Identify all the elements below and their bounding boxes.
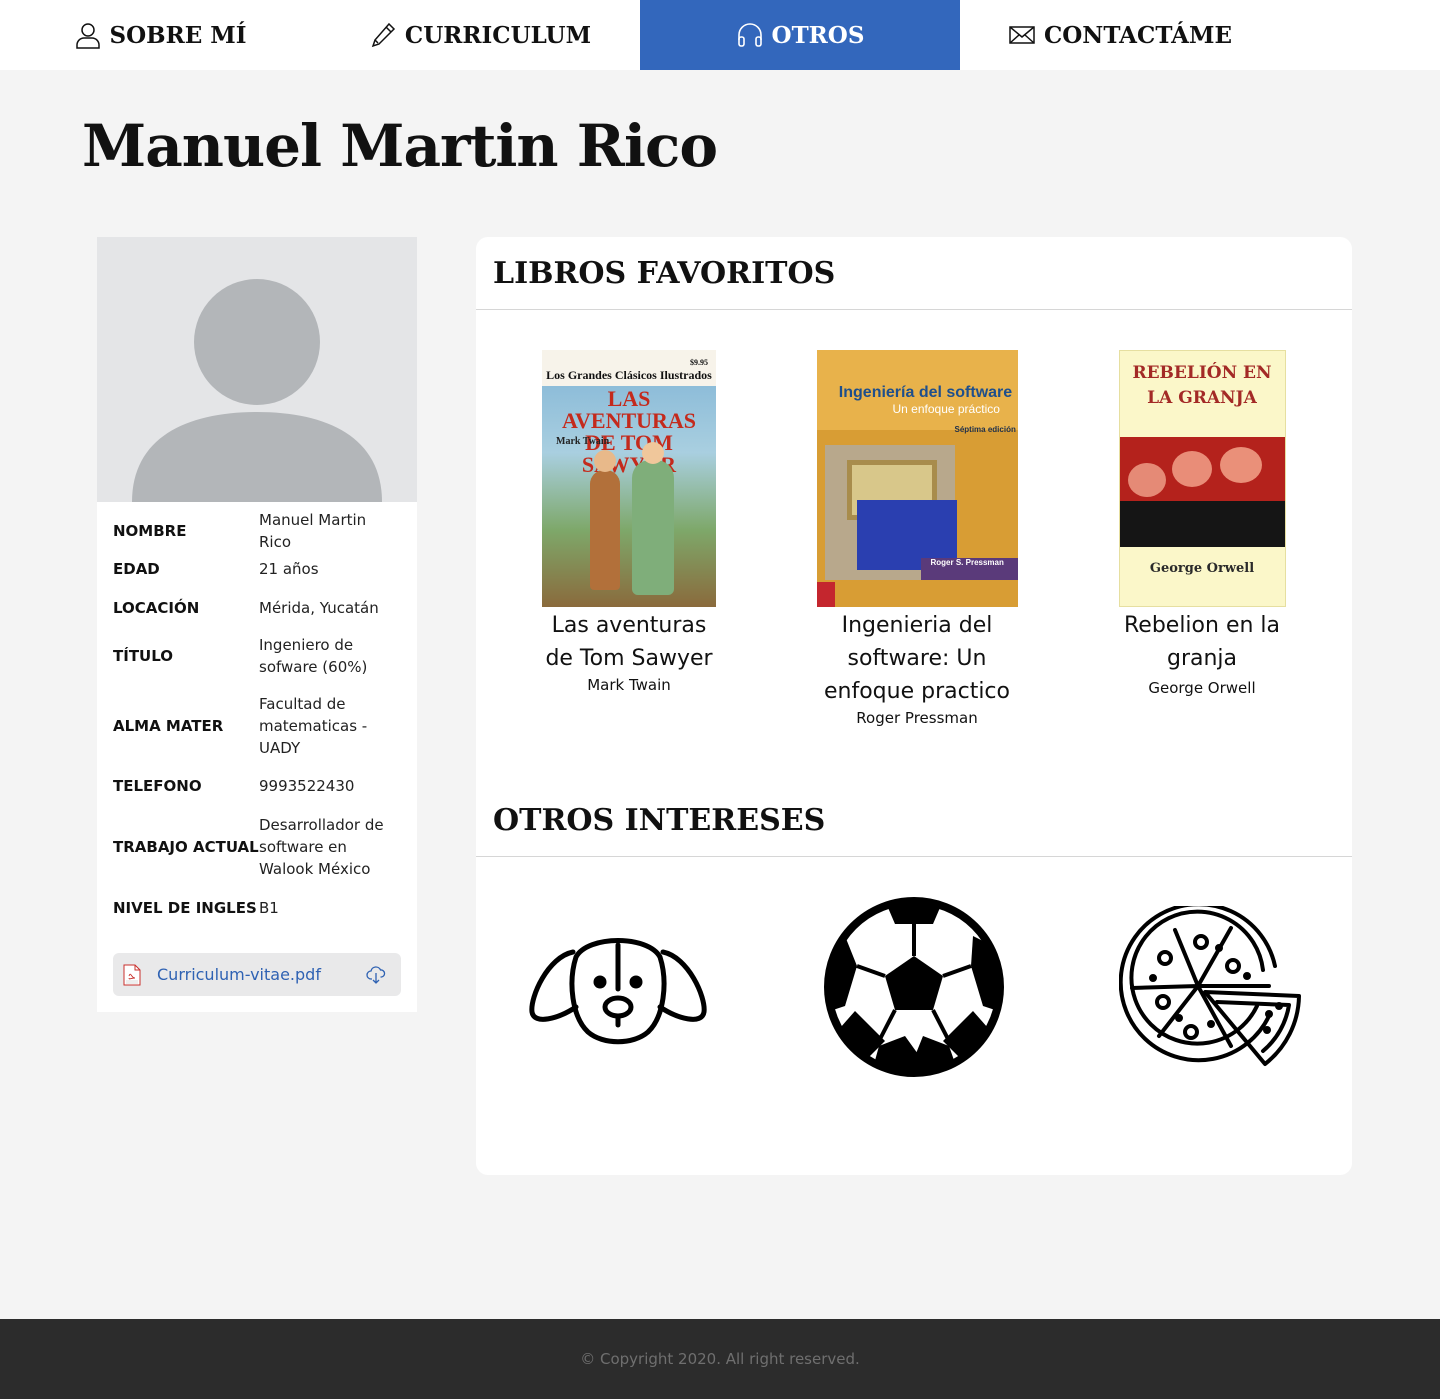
dog-icon bbox=[529, 938, 707, 1045]
pdf-icon bbox=[123, 964, 141, 985]
headphones-icon bbox=[737, 23, 762, 47]
info-label: TRABAJO ACTUAL bbox=[113, 838, 259, 856]
book-author: Roger Pressman bbox=[856, 709, 978, 727]
cover-author: Roger S. Pressman bbox=[930, 558, 1004, 567]
soccer-ball-icon bbox=[824, 897, 1004, 1077]
info-row-locacion: LOCACIÓN Mérida, Yucatán bbox=[113, 588, 401, 627]
info-value: 9993522430 bbox=[259, 777, 355, 795]
book-cover-rebelion-granja: REBELIÓN EN LA GRANJA George Orwell bbox=[1118, 350, 1286, 607]
info-row-edad: EDAD 21 años bbox=[113, 549, 401, 588]
info-value: Manuel Martin Rico bbox=[259, 510, 367, 551]
info-value: Ingeniero de sofware (60%) bbox=[259, 636, 368, 676]
profile-card: NOMBRE Manuel Martin Rico EDAD 21 años L… bbox=[97, 237, 417, 1012]
cover-heading: LAS AVENTURAS DE TOM SAWYER bbox=[561, 386, 697, 477]
info-label: TELEFONO bbox=[113, 777, 202, 795]
pizza-icon bbox=[1118, 902, 1301, 1066]
info-value: B1 bbox=[259, 899, 279, 917]
profile-info-table: NOMBRE Manuel Martin Rico EDAD 21 años L… bbox=[97, 502, 417, 927]
cloud-download-icon[interactable] bbox=[365, 964, 387, 986]
book-item[interactable]: REBELIÓN EN LA GRANJA George Orwell Rebe… bbox=[1102, 350, 1302, 698]
footer-copyright: © Copyright 2020. All right reserved. bbox=[580, 1350, 860, 1368]
book-cover-tom-sawyer: $9.95 Los Grandes Clásicos Ilustrados LA… bbox=[542, 350, 716, 607]
interests-section-title: OTROS INTERESES bbox=[493, 803, 826, 838]
info-label: LOCACIÓN bbox=[113, 598, 200, 617]
cover-author: Mark Twain bbox=[556, 436, 610, 447]
interest-item bbox=[528, 927, 708, 1051]
info-row-titulo: TÍTULO Ingeniero de sofware (60%) bbox=[113, 627, 401, 685]
avatar-placeholder-icon bbox=[132, 279, 382, 502]
book-item[interactable]: $9.95 Los Grandes Clásicos Ilustrados LA… bbox=[525, 350, 733, 695]
interest-item bbox=[1118, 902, 1301, 1072]
book-title: Rebelion en la granja bbox=[1123, 613, 1281, 671]
book-author: Mark Twain bbox=[587, 676, 671, 694]
envelope-icon bbox=[1009, 26, 1035, 44]
cover-subtitle: Un enfoque práctico bbox=[892, 402, 1000, 416]
avatar bbox=[97, 237, 417, 502]
info-row-trabajo-actual: TRABAJO ACTUAL Desarrollador de software… bbox=[113, 805, 401, 889]
cv-download-link[interactable]: Curriculum-vitae.pdf bbox=[113, 953, 401, 996]
nav-item-curriculum[interactable]: CURRICULUM bbox=[320, 0, 640, 70]
info-value: Mérida, Yucatán bbox=[259, 598, 379, 617]
top-nav: SOBRE MÍ CURRICULUM OTROS CONTACTÁME bbox=[0, 0, 1440, 70]
footer: © Copyright 2020. All right reserved. bbox=[0, 1319, 1440, 1399]
pencil-icon bbox=[371, 22, 395, 48]
interest-item bbox=[823, 896, 1005, 1082]
nav-label-sobre-mi: SOBRE MÍ bbox=[109, 21, 247, 49]
info-label: TÍTULO bbox=[113, 647, 173, 665]
info-label: ALMA MATER bbox=[113, 717, 224, 735]
books-section-title: LIBROS FAVORITOS bbox=[493, 256, 836, 291]
info-value: Facultad de matematicas - UADY bbox=[259, 695, 368, 757]
book-title: Las aventuras de Tom Sawyer bbox=[545, 613, 713, 671]
book-title: Ingenieria del software: Un enfoque prac… bbox=[823, 613, 1010, 704]
main-card: LIBROS FAVORITOS $9.95 Los Grandes Clási… bbox=[476, 237, 1352, 1175]
cover-heading: REBELIÓN EN LA GRANJA bbox=[1132, 363, 1272, 408]
section-divider bbox=[476, 856, 1352, 857]
nav-label-otros: OTROS bbox=[771, 21, 865, 49]
book-cover-ingenieria-software: Ingeniería del software Un enfoque práct… bbox=[816, 350, 1018, 607]
info-label: EDAD bbox=[113, 559, 160, 578]
nav-item-contactame[interactable]: CONTACTÁME bbox=[960, 0, 1280, 70]
book-author: George Orwell bbox=[1148, 679, 1256, 697]
page-title: Manuel Martin Rico bbox=[82, 112, 718, 180]
info-label: NIVEL DE INGLES bbox=[113, 899, 257, 917]
nav-label-contactame: CONTACTÁME bbox=[1043, 21, 1233, 49]
nav-label-curriculum: CURRICULUM bbox=[404, 21, 592, 49]
cv-file-name: Curriculum-vitae.pdf bbox=[157, 965, 321, 984]
cover-series: Los Grandes Clásicos Ilustrados bbox=[546, 368, 712, 382]
info-label: NOMBRE bbox=[113, 521, 187, 540]
info-value: Desarrollador de software en Walook Méxi… bbox=[259, 816, 384, 878]
cover-author: George Orwell bbox=[1149, 561, 1255, 576]
user-icon bbox=[75, 23, 100, 49]
info-row-alma-mater: ALMA MATER Facultad de matematicas - UAD… bbox=[113, 685, 401, 767]
info-row-nivel-ingles: NIVEL DE INGLES B1 bbox=[113, 889, 401, 927]
cover-heading: Ingeniería del software bbox=[838, 384, 1013, 401]
info-row-telefono: TELEFONO 9993522430 bbox=[113, 767, 401, 805]
nav-item-otros[interactable]: OTROS bbox=[640, 0, 960, 70]
cover-price: $9.95 bbox=[690, 358, 708, 367]
cover-edition: Séptima edición bbox=[954, 425, 1016, 434]
book-item[interactable]: Ingeniería del software Un enfoque práct… bbox=[807, 350, 1027, 728]
section-divider bbox=[476, 309, 1352, 310]
info-value: 21 años bbox=[259, 559, 319, 578]
info-row-nombre: NOMBRE Manuel Martin Rico bbox=[113, 511, 401, 551]
nav-item-sobre-mi[interactable]: SOBRE MÍ bbox=[0, 0, 320, 70]
